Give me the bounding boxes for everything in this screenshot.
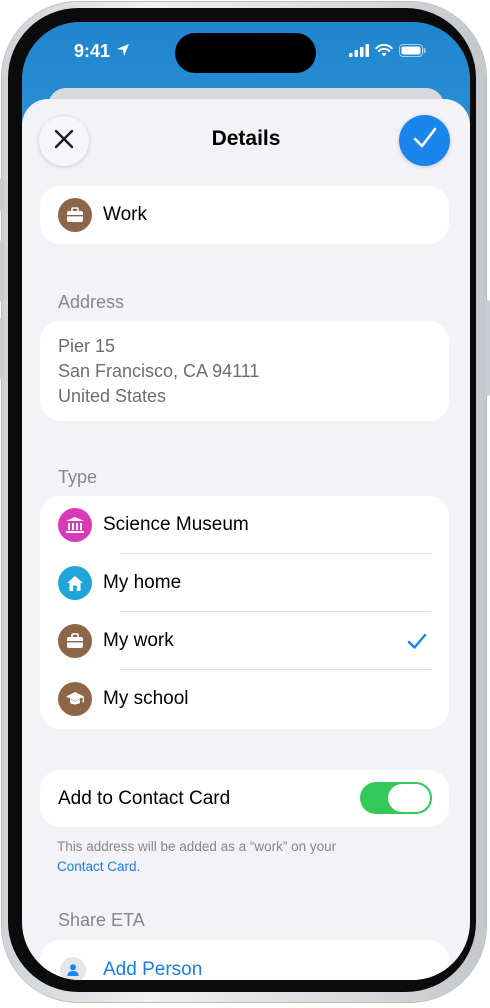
type-item-my-work[interactable]: My work xyxy=(40,612,449,670)
side-button xyxy=(486,300,490,396)
type-list: Science Museum My home My work My school xyxy=(40,496,449,729)
contact-card-label: Add to Contact Card xyxy=(58,788,231,809)
location-arrow-icon xyxy=(116,43,130,62)
dynamic-island xyxy=(175,33,316,73)
address-line-1: Pier 15 xyxy=(58,336,116,356)
address-section-label: Address xyxy=(58,292,125,312)
type-item-label: Science Museum xyxy=(103,514,249,535)
type-item-label: My home xyxy=(103,572,182,593)
museum-icon xyxy=(58,508,92,542)
battery-icon xyxy=(399,44,426,62)
status-time: 9:41 xyxy=(74,41,111,61)
status-icons xyxy=(349,44,426,62)
type-item-label: My school xyxy=(103,688,189,709)
action-button xyxy=(0,178,4,212)
contact-card-row: Add to Contact Card xyxy=(40,770,449,827)
label-value: Work xyxy=(103,204,147,225)
type-item-my-home[interactable]: My home xyxy=(40,554,449,612)
address-line-3: United States xyxy=(58,386,167,406)
label-card[interactable]: Work xyxy=(40,186,449,244)
checkmark-icon xyxy=(413,127,437,154)
address-card[interactable]: Pier 15 San Francisco, CA 94111 United S… xyxy=(40,321,449,421)
share-eta-section-label: Share ETA xyxy=(58,910,145,930)
screen: 9:41 Details Work Address Pier 15 San Fr… xyxy=(22,22,470,980)
graduation-cap-icon xyxy=(58,682,92,716)
contact-card-link[interactable]: Contact Card. xyxy=(57,859,140,874)
briefcase-icon xyxy=(58,624,92,658)
volume-up-button xyxy=(0,240,4,302)
wifi-icon xyxy=(375,44,393,62)
add-person-button[interactable]: Add Person xyxy=(103,959,202,980)
cellular-signal-icon xyxy=(349,44,369,62)
address-line-2: San Francisco, CA 94111 xyxy=(58,361,260,381)
type-item-science-museum[interactable]: Science Museum xyxy=(40,496,449,554)
done-button[interactable] xyxy=(399,115,450,166)
volume-down-button xyxy=(0,318,4,380)
selected-checkmark-icon xyxy=(407,633,427,655)
type-section-label: Type xyxy=(58,467,98,487)
add-to-contact-card-toggle[interactable] xyxy=(360,782,432,814)
person-icon xyxy=(60,957,86,980)
toggle-knob xyxy=(388,784,430,812)
add-person-row[interactable]: Add Person xyxy=(40,940,449,980)
type-item-my-school[interactable]: My school xyxy=(40,670,449,728)
details-sheet: Details Work Address Pier 15 San Francis… xyxy=(22,99,470,980)
briefcase-icon xyxy=(58,198,92,232)
contact-card-footnote: This address will be added as a “work” o… xyxy=(57,839,337,854)
type-item-label: My work xyxy=(103,630,174,651)
house-icon xyxy=(58,566,92,600)
